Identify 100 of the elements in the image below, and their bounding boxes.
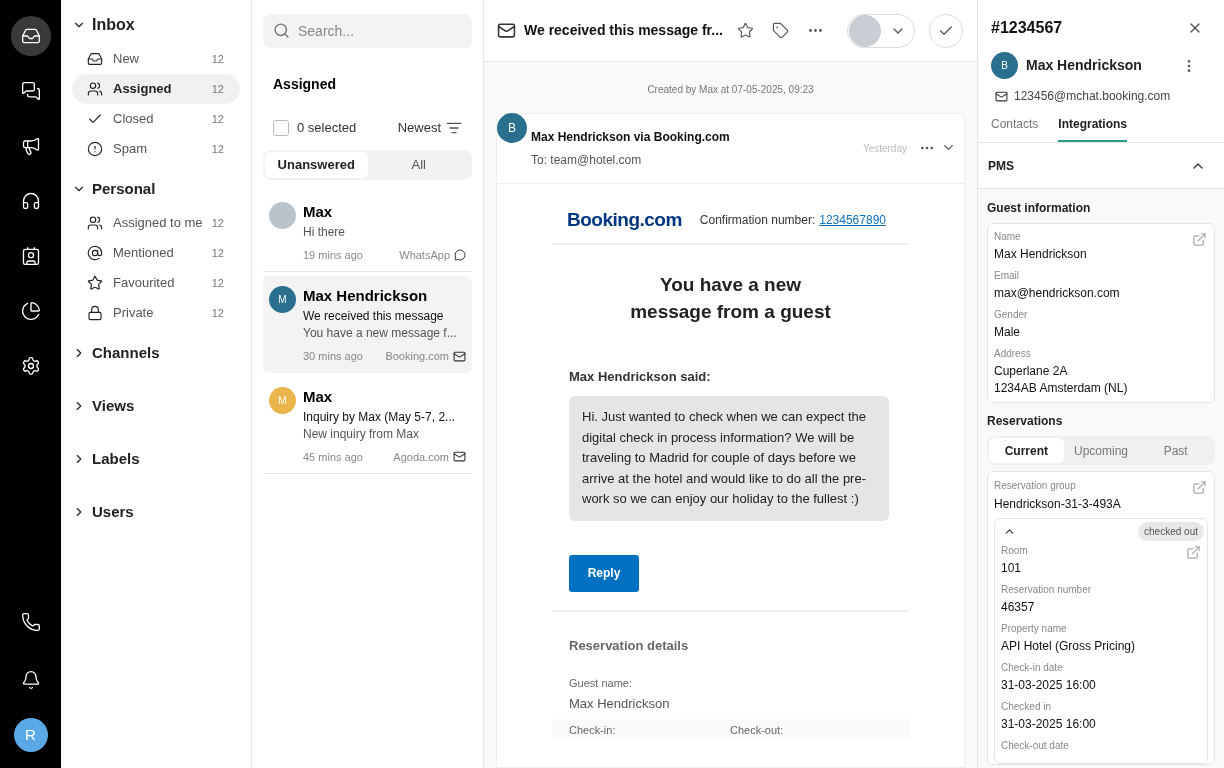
time-label: 30 mins ago	[303, 349, 363, 364]
count-label: 12	[211, 245, 224, 261]
field-label: Reservation number	[1001, 583, 1092, 597]
field-value: Hendrickson-31-3-493A	[994, 496, 1122, 513]
status-badge: checked out	[1138, 522, 1204, 541]
field-label: Check-out date	[1001, 739, 1069, 753]
nav-section-header[interactable]: Views	[72, 395, 135, 417]
conversation-item[interactable]: Max Hi there 19 mins ago WhatsApp	[263, 191, 472, 272]
star-icon[interactable]	[736, 22, 754, 39]
lock-icon	[87, 305, 103, 321]
letter-avatar: B	[497, 113, 527, 143]
field-value: 31-03-2025 16:00	[1001, 677, 1097, 694]
inbox-icon	[87, 51, 103, 67]
phone-icon	[20, 612, 41, 632]
confirmation-link[interactable]: 1234567890	[819, 211, 886, 230]
filter-tab[interactable]: Unanswered	[265, 151, 368, 178]
contact-name: Max	[303, 386, 334, 407]
chat-bubble-icon	[454, 248, 466, 261]
filter-tab[interactable]: All	[367, 151, 470, 178]
count-label: 12	[211, 305, 224, 321]
list-title: Assigned	[273, 75, 337, 94]
field-label: Gender	[994, 308, 1028, 322]
field-label: Address	[994, 347, 1031, 361]
field-label: Property name	[1001, 622, 1067, 636]
nav-section-header[interactable]: Users	[72, 501, 134, 523]
channel-label: Booking.com	[385, 349, 449, 364]
field-value: API Hotel (Gross Pricing)	[1001, 638, 1137, 655]
reservation-tab[interactable]: Upcoming	[1063, 438, 1139, 463]
inbox-icon	[20, 26, 41, 46]
nav-item[interactable]: Favourited 12	[72, 268, 240, 298]
sort-button[interactable]: Newest	[397, 118, 462, 138]
time-label: 19 mins ago	[303, 247, 363, 263]
search-icon	[273, 22, 290, 39]
field-value: 31-03-2025 16:00	[1001, 716, 1097, 733]
field-label: Email	[994, 269, 1019, 283]
select-all-checkbox[interactable]	[273, 119, 289, 136]
nav-section-header[interactable]: Labels	[72, 448, 140, 470]
sidebar-nav-button[interactable]	[10, 16, 51, 56]
count-label: 12	[211, 111, 224, 127]
time-label: Yesterday	[862, 142, 907, 156]
nav-item[interactable]: Assigned 12	[72, 74, 240, 104]
field-value: 46357	[1001, 599, 1036, 616]
letter-avatar: M	[269, 286, 296, 313]
envelope-icon	[453, 349, 466, 363]
conversation-subject: Inquiry by Max (May 5-7, 2...	[303, 408, 457, 426]
nav-item[interactable]: Spam 12	[72, 134, 240, 164]
field-label: Room	[1001, 544, 1028, 558]
nav-item[interactable]: Private 12	[72, 298, 240, 328]
count-label: 12	[211, 51, 224, 67]
nav-section-header[interactable]: Inbox	[72, 14, 135, 36]
detail-tab[interactable]: Contacts	[991, 115, 1039, 142]
nav-item[interactable]: Mentioned 12	[72, 238, 240, 268]
channel-label: WhatsApp	[399, 247, 450, 263]
time-label: 45 mins ago	[303, 449, 363, 465]
recipient-line: To: team@hotel.com	[531, 152, 643, 169]
tag-icon[interactable]	[771, 22, 789, 39]
conversation-item[interactable]: M Max Inquiry by Max (May 5-7, 2... New inquiry from Max 45 mins ago Agoda.com	[263, 376, 472, 474]
sender-name: Max Hendrickson via Booking.com	[531, 129, 730, 146]
conversation-subject: We received this message	[303, 308, 445, 325]
detail-tab[interactable]: Integrations	[1058, 115, 1128, 142]
section-title: Reservations	[987, 413, 1064, 430]
field-value: Cuperlane 2A 1234AB Amsterdam (NL)	[994, 363, 1129, 397]
letter-avatar: M	[269, 386, 296, 414]
section-title: Guest information	[987, 200, 1092, 217]
ticket-number: #1234567	[991, 18, 1063, 38]
nav-item[interactable]: New 12	[72, 44, 240, 74]
nav-section-header[interactable]: Personal	[72, 178, 156, 200]
count-label: 12	[211, 141, 224, 157]
star-icon	[87, 275, 103, 291]
field-value: Male	[994, 324, 1021, 341]
said-label: Max Hendrickson said:	[569, 367, 712, 386]
contact-name: Max Hendrickson	[1026, 56, 1142, 75]
conversation-title: We received this message fr...	[524, 21, 723, 40]
reply-button[interactable]: Reply	[569, 554, 639, 592]
megaphone-icon	[20, 136, 41, 156]
field-label: Check-out:	[730, 723, 784, 738]
confirmation-label: Confirmation number:	[699, 212, 816, 230]
field-label: Checked in	[1001, 700, 1052, 714]
letter-avatar: B	[991, 52, 1018, 79]
avatar-photo-placeholder	[849, 14, 881, 47]
reservation-tab[interactable]: Past	[1138, 438, 1213, 463]
field-label: Check-in date	[1001, 661, 1063, 675]
contact-name: Max Hendrickson	[303, 286, 429, 306]
bell-icon	[20, 670, 41, 690]
envelope-icon	[497, 21, 516, 40]
conversation-item[interactable]: M Max Hendrickson We received this message You have a new message f... 30 mins ago Booking.com	[263, 276, 472, 373]
field-label: Guest name:	[569, 676, 633, 691]
pie-chart-icon	[20, 301, 41, 321]
nav-item[interactable]: Closed 12	[72, 104, 240, 134]
contact-card-icon	[20, 246, 41, 266]
field-value: Max Hendrickson	[994, 246, 1088, 263]
reservation-tab[interactable]: Current	[989, 438, 1064, 463]
nav-item[interactable]: Assigned to me 12	[72, 208, 240, 238]
section-title: Reservation details	[569, 636, 690, 655]
search-field[interactable]: Search...	[263, 14, 472, 48]
people-icon	[87, 215, 103, 231]
headset-icon	[20, 191, 41, 211]
booking-logo: Booking.com	[567, 208, 682, 232]
field-value: 101	[1001, 560, 1023, 577]
nav-section-header[interactable]: Channels	[72, 342, 160, 364]
